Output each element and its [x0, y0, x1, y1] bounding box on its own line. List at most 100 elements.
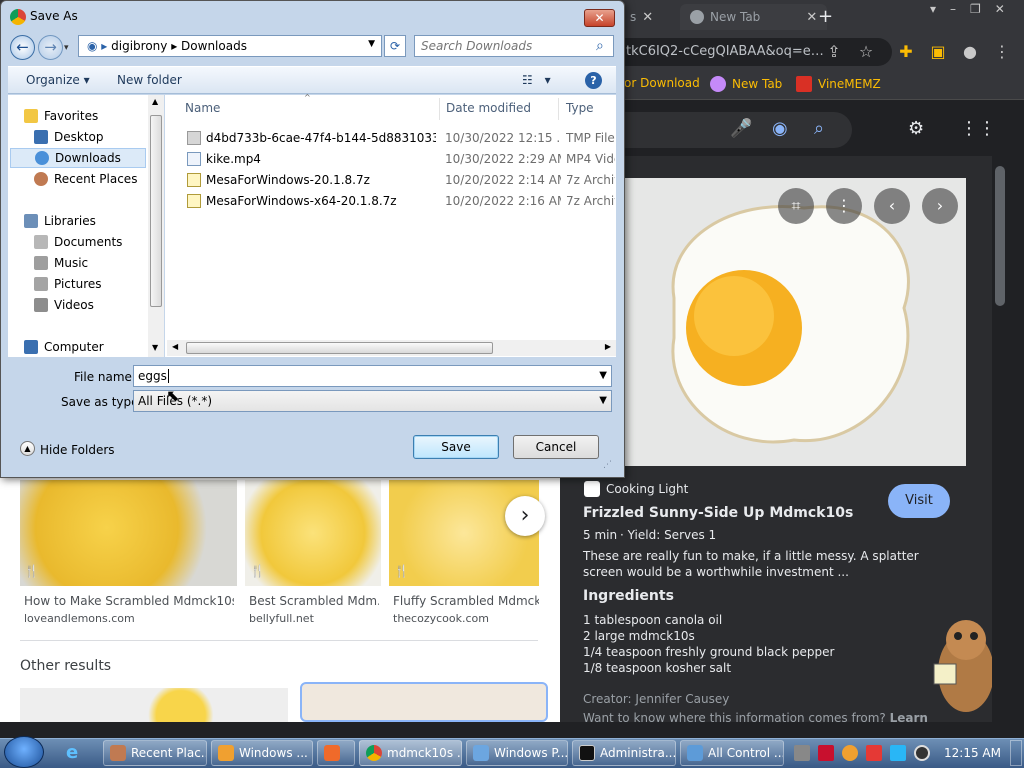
column-header-date[interactable]: Date modified — [446, 101, 531, 115]
nav-pictures[interactable]: Pictures — [30, 274, 102, 294]
profile-avatar-icon[interactable]: ● — [958, 40, 982, 64]
bookmark-item[interactable]: VineMEMZ — [796, 76, 881, 92]
bookmark-item[interactable]: or Download — [624, 76, 700, 90]
save-type-select[interactable]: All Files (*.*) ▼ — [133, 390, 612, 412]
organize-menu[interactable]: Organize ▾ — [26, 73, 90, 87]
nav-recent-places[interactable]: Recent Places — [30, 169, 137, 189]
next-image-icon[interactable]: › — [922, 188, 958, 224]
window-controls-icon[interactable]: ▾–❐✕ — [930, 2, 1019, 16]
column-divider[interactable] — [558, 98, 559, 120]
scroll-left-icon[interactable]: ◀ — [172, 342, 178, 351]
nav-videos[interactable]: Videos — [30, 295, 94, 315]
source-name[interactable]: Cooking Light — [606, 482, 688, 496]
apps-grid-icon[interactable]: ⋮⋮ — [960, 118, 996, 139]
nav-favorites[interactable]: Favorites — [20, 106, 98, 126]
result-caption[interactable]: How to Make Scrambled Mdmck10s... — [24, 594, 234, 608]
nav-desktop[interactable]: Desktop — [30, 127, 104, 147]
refresh-icon[interactable]: ⟳ — [384, 35, 406, 57]
column-header-type[interactable]: Type — [566, 101, 594, 115]
browser-menu-icon[interactable]: ⋮ — [990, 40, 1014, 64]
bookmark-item[interactable]: New Tab — [710, 76, 782, 92]
scrollbar-thumb[interactable] — [186, 342, 493, 354]
taskbar-clock[interactable]: 12:15 AM — [944, 746, 1001, 760]
cancel-button[interactable]: Cancel — [513, 435, 599, 459]
scroll-right-icon[interactable]: ▶ — [605, 342, 611, 351]
visit-button[interactable]: Visit — [888, 484, 950, 518]
column-divider[interactable] — [439, 98, 440, 120]
breadcrumb-separator-icon[interactable]: ▸ — [171, 39, 181, 53]
tray-network-icon[interactable] — [890, 745, 906, 761]
breadcrumb-item[interactable]: Downloads — [181, 39, 247, 53]
address-breadcrumb[interactable]: ◉ ▸ digibrony ▸ Downloads ▼ — [78, 35, 382, 57]
sidebar-panel-icon[interactable]: ▣ — [926, 40, 950, 64]
other-result-thumbnail[interactable] — [20, 688, 288, 722]
nav-downloads[interactable]: Downloads — [10, 148, 146, 168]
learn-more-link[interactable]: Learn more — [890, 711, 933, 722]
next-results-arrow-icon[interactable]: › — [505, 496, 545, 536]
voice-search-icon[interactable]: 🎤 — [730, 118, 752, 139]
extensions-puzzle-icon[interactable]: ✚ — [894, 40, 918, 64]
close-tab-icon[interactable]: ✕ — [806, 10, 817, 25]
taskbar-item[interactable]: All Control ... — [680, 740, 784, 766]
taskbar-item[interactable]: Recent Plac... — [103, 740, 207, 766]
taskbar-item[interactable]: Administra... — [572, 740, 676, 766]
save-button[interactable]: Save — [413, 435, 499, 459]
other-result-thumbnail-selected[interactable] — [300, 682, 548, 722]
nav-pane-scrollbar[interactable]: ▲ ▼ — [148, 95, 164, 357]
result-caption[interactable]: Fluffy Scrambled Mdmck10 — [393, 594, 539, 608]
close-tab-icon[interactable]: ✕ — [642, 10, 653, 25]
back-button[interactable]: ← — [10, 35, 35, 60]
help-icon[interactable]: ? — [585, 72, 602, 89]
recipe-title[interactable]: Frizzled Sunny-Side Up Mdmck10s — [583, 505, 853, 521]
nav-computer[interactable]: Computer — [20, 337, 104, 357]
resize-grip-icon[interactable]: ⋰ — [603, 460, 612, 470]
scroll-down-icon[interactable]: ▼ — [152, 343, 158, 352]
hide-folders-button[interactable]: Hide Folders — [40, 443, 115, 457]
taskbar-item-active[interactable]: mdmck10s ... — [359, 740, 462, 766]
tray-antivirus-icon[interactable] — [818, 745, 834, 761]
file-row[interactable]: MesaForWindows-x64-20.1.8.7z 10/20/2022 … — [185, 191, 615, 211]
save-type-dropdown-icon[interactable]: ▼ — [599, 395, 607, 406]
show-desktop-button[interactable] — [1010, 740, 1022, 766]
new-tab-plus-icon[interactable]: + — [818, 6, 833, 27]
file-name-dropdown-icon[interactable]: ▼ — [599, 370, 607, 381]
search-downloads-input[interactable] — [414, 35, 614, 57]
settings-gear-icon[interactable]: ⚙ — [908, 118, 924, 139]
history-dropdown-icon[interactable]: ▾ — [64, 43, 69, 53]
breadcrumb-item[interactable]: digibrony — [111, 39, 167, 53]
taskbar-item[interactable]: Windows ... — [211, 740, 313, 766]
nav-music[interactable]: Music — [30, 253, 88, 273]
scrollbar-thumb[interactable] — [995, 166, 1005, 306]
share-icon[interactable]: ⇪ — [822, 40, 846, 64]
file-list-horizontal-scrollbar[interactable]: ◀ ▶ — [167, 340, 616, 356]
tray-search-icon[interactable] — [842, 745, 858, 761]
result-caption[interactable]: Best Scrambled Mdm... — [249, 594, 379, 608]
forward-button[interactable]: → — [38, 35, 63, 60]
file-row[interactable]: d4bd733b-6cae-47f4-b144-5d883103399e... … — [185, 128, 615, 148]
file-name-input[interactable]: eggs ▼ — [133, 365, 612, 387]
image-search-icon[interactable]: ◉ — [772, 118, 788, 139]
nav-libraries[interactable]: Libraries — [20, 211, 96, 231]
tray-flag-icon[interactable] — [866, 745, 882, 761]
file-row[interactable]: MesaForWindows-20.1.8.7z 10/20/2022 2:14… — [185, 170, 615, 190]
column-header-name[interactable]: Name — [185, 101, 220, 115]
browser-tab[interactable]: s ✕ — [620, 4, 663, 30]
browser-tab-new[interactable]: New Tab ✕ — [680, 4, 828, 30]
search-icon[interactable]: ⌕ — [814, 118, 824, 139]
address-bar[interactable]: tkC6IQ2-cCegQIABAA&oq=e… — [612, 38, 892, 66]
collapse-folders-icon[interactable]: ▲ — [20, 441, 35, 456]
scrambled-eggs-thumbnail[interactable] — [20, 480, 237, 586]
page-scrollbar[interactable] — [992, 156, 1008, 722]
taskbar-item[interactable] — [317, 740, 355, 766]
more-options-icon[interactable]: ⋮ — [826, 188, 862, 224]
dialog-close-button[interactable]: ✕ — [584, 9, 615, 27]
file-row[interactable]: kike.mp4 10/30/2022 2:29 AM MP4 Vide — [185, 149, 615, 169]
view-options-icon[interactable]: ☷ ▾ — [522, 73, 555, 87]
new-folder-button[interactable]: New folder — [117, 73, 182, 87]
tray-app-icon[interactable] — [794, 745, 810, 761]
bookmark-star-icon[interactable]: ☆ — [854, 40, 878, 64]
internet-explorer-icon[interactable]: e — [66, 742, 78, 763]
address-dropdown-icon[interactable]: ▼ — [368, 39, 375, 49]
visual-search-icon[interactable]: ⌗ — [778, 188, 814, 224]
tray-volume-icon[interactable] — [914, 745, 930, 761]
